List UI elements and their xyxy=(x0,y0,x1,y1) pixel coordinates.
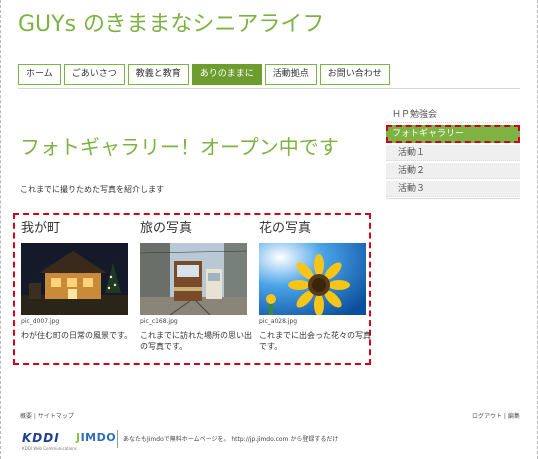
kddi-logo[interactable]: KDDI xyxy=(22,431,60,445)
jimdo-logo[interactable]: JIMDO xyxy=(76,431,116,444)
gallery-item-title: 我が町 xyxy=(21,221,61,236)
footer-divider xyxy=(117,430,118,448)
jimdo-tagline[interactable]: あなたもJimdoで無料ホームページを。 http://jp.jimdo.com… xyxy=(123,434,338,443)
gallery-item-caption: わが住む町の日常の風景です。 xyxy=(21,331,133,340)
jimdo-logo-rest: IMDO xyxy=(80,431,117,444)
sidebar-divider xyxy=(386,198,520,199)
sidebar-nav: ＨＰ勉強会 フォトギャラリー 活動１ 活動２ 活動３ xyxy=(386,107,520,199)
intro-text: これまでに撮りためた写真を紹介します xyxy=(20,185,164,194)
nav-divider xyxy=(18,88,520,89)
sidebar-item-photo-gallery[interactable]: フォトギャラリー xyxy=(386,125,520,143)
gallery-item: 花の写真 pic_a028.jpg これまでに出会った花々の写真です。 xyxy=(259,221,371,352)
nav-item-activity-base[interactable]: 活動拠点 xyxy=(264,64,317,85)
nav-item-contact[interactable]: お問い合わせ xyxy=(319,64,390,85)
nav-item-as-is[interactable]: ありのままに xyxy=(191,64,262,85)
page-title: フォトギャラリー！オープン中です xyxy=(20,135,339,159)
sidebar-item-activity-1[interactable]: 活動１ xyxy=(386,145,520,161)
main-nav: ホーム ごあいさつ 教義と教育 ありのままに 活動拠点 お問い合わせ xyxy=(18,64,390,85)
gallery-item-title: 花の写真 xyxy=(259,221,312,236)
sidebar-item-activity-3[interactable]: 活動３ xyxy=(386,181,520,197)
footer-links[interactable]: 概要 | サイトマップ xyxy=(20,411,74,420)
sidebar-item-hp-study[interactable]: ＨＰ勉強会 xyxy=(386,107,520,123)
sunflower-photo[interactable] xyxy=(259,243,366,315)
gallery-item-filename: pic_a028.jpg xyxy=(259,318,298,325)
footer-admin-links[interactable]: ログアウト | 編集 xyxy=(472,411,520,420)
nav-item-greeting[interactable]: ごあいさつ xyxy=(63,64,125,85)
kddi-logo-subtext: KDDI Web Communications xyxy=(22,446,77,451)
gallery-item-filename: pic_d007.jpg xyxy=(21,318,60,325)
gallery-item-caption: これまでに訪れた場所の思い出の写真です。 xyxy=(140,331,252,351)
photo-gallery: 我が町 pic_d007.jpg わが住む町の日常の風景です。 旅の写真 pic… xyxy=(13,213,371,365)
gallery-item-caption: これまでに出会った花々の写真です。 xyxy=(259,331,371,351)
nav-item-home[interactable]: ホーム xyxy=(18,64,61,85)
site-title[interactable]: GUYs のきままなシニアライフ xyxy=(18,6,324,38)
sidebar-item-activity-2[interactable]: 活動２ xyxy=(386,163,520,179)
gallery-item: 我が町 pic_d007.jpg わが住む町の日常の風景です。 xyxy=(21,221,133,341)
gallery-item-title: 旅の写真 xyxy=(140,221,193,236)
tram-photo[interactable] xyxy=(140,243,247,315)
gallery-item: 旅の写真 pic_c168.jpg これまでに訪れた場所の思い出の写真です。 xyxy=(140,221,252,352)
gallery-item-filename: pic_c168.jpg xyxy=(140,318,178,325)
house-night-photo[interactable] xyxy=(21,243,128,315)
nav-item-education[interactable]: 教義と教育 xyxy=(127,64,189,85)
